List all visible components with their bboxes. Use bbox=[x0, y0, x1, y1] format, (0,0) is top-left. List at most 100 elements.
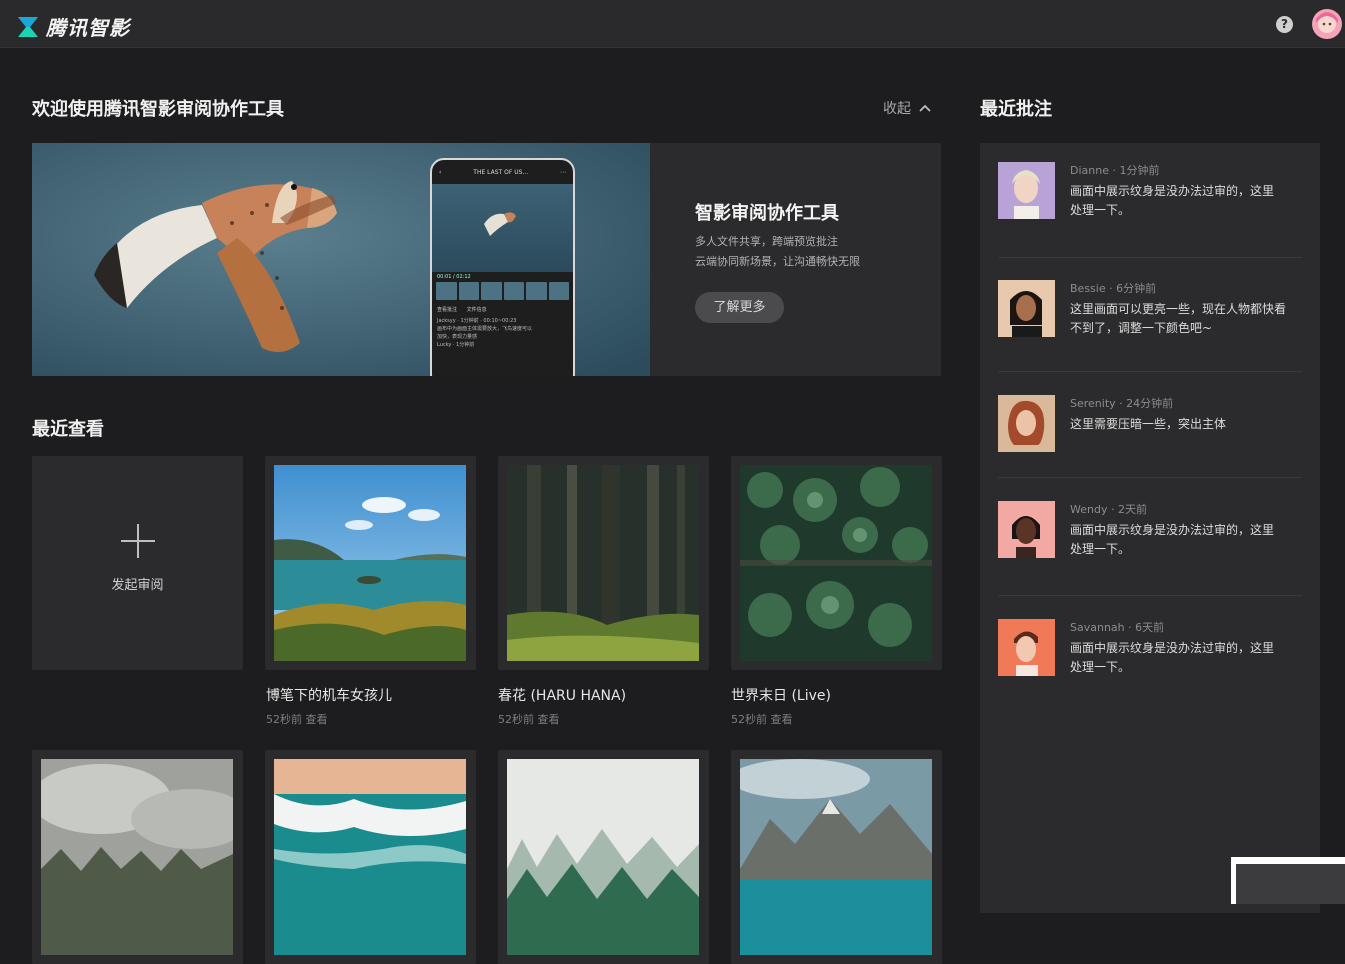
comment-line: 处理一下。 bbox=[1070, 203, 1131, 217]
phone-mockup: ‹ THE LAST OF US... ⋯ 00:01 / 02:12 查看批注… bbox=[430, 158, 575, 376]
divider bbox=[998, 595, 1302, 596]
comment-line: 画面中展示纹身是没办法过审的，这里 bbox=[1070, 641, 1275, 655]
phone-reply-user: Lucky · 1分钟前 bbox=[437, 342, 475, 348]
comment-line: 画面中展示纹身是没办法过审的，这里 bbox=[1070, 523, 1275, 537]
more-icon: ⋯ bbox=[560, 168, 566, 176]
divider bbox=[998, 477, 1302, 478]
comment-time: 2天前 bbox=[1117, 503, 1147, 516]
comment-text: 这里画面可以更亮一些，现在人物都快看 不到了，调整一下颜色吧~ bbox=[1070, 300, 1302, 338]
recent-card-1-meta: 52秒前 查看 bbox=[266, 713, 328, 726]
comment-user: Wendy bbox=[1070, 503, 1108, 516]
recent-card-3-title[interactable]: 世界末日 (Live) bbox=[731, 685, 831, 705]
recent-comments-panel: Dianne · 1分钟前 画面中展示纹身是没办法过审的，这里 处理一下。 Bes… bbox=[980, 143, 1320, 913]
recent-card-2-meta: 52秒前 查看 bbox=[498, 713, 560, 726]
comment-user: Savannah bbox=[1070, 621, 1125, 634]
forest-thumbnail bbox=[507, 465, 699, 661]
logo-text: 腾讯智影 bbox=[46, 16, 130, 40]
phone-comment: Jacksyy · 1分钟前 · 00:10~00:23 画布中为画面主体需要放… bbox=[432, 315, 573, 351]
banner-desc-line2: 云端协同新场景，让沟通畅快无限 bbox=[695, 255, 860, 268]
comment-text: 这里需要压暗一些，突出主体 bbox=[1070, 415, 1302, 434]
welcome-banner: ‹ THE LAST OF US... ⋯ 00:01 / 02:12 查看批注… bbox=[32, 143, 941, 376]
new-review-card[interactable]: 发起审阅 bbox=[32, 456, 243, 670]
phone-tabs: 查看批注 文件信息 bbox=[432, 300, 573, 315]
recent-card-2[interactable] bbox=[498, 456, 709, 670]
comment-line: 处理一下。 bbox=[1070, 542, 1131, 556]
comment-line: 处理一下。 bbox=[1070, 660, 1131, 674]
lake-thumbnail bbox=[274, 465, 466, 661]
commenter-avatar bbox=[998, 619, 1055, 676]
recent-comments-title: 最近批注 bbox=[980, 99, 1052, 120]
collapse-button[interactable]: 收起 bbox=[883, 98, 931, 118]
recent-card-6[interactable] bbox=[498, 750, 709, 964]
recent-card-7[interactable] bbox=[731, 750, 942, 964]
beach-thumbnail bbox=[274, 759, 466, 955]
floating-widget[interactable] bbox=[1231, 857, 1345, 904]
new-review-label: 发起审阅 bbox=[111, 577, 164, 593]
comment-text: 画面中展示纹身是没办法过审的，这里 处理一下。 bbox=[1070, 521, 1302, 559]
comment-user: Serenity bbox=[1070, 397, 1116, 410]
phone-header: ‹ THE LAST OF US... ⋯ bbox=[432, 160, 573, 184]
banner-description: 多人文件共享，跨端预览批注 云端协同新场景，让沟通畅快无限 bbox=[695, 232, 860, 272]
aerial-forest-thumbnail bbox=[740, 465, 932, 661]
phone-timeline bbox=[432, 282, 573, 300]
comment-meta: Dianne · 1分钟前 bbox=[1070, 164, 1160, 177]
recent-card-3-meta: 52秒前 查看 bbox=[731, 713, 793, 726]
banner-desc-line1: 多人文件共享，跨端预览批注 bbox=[695, 235, 838, 248]
welcome-title: 欢迎使用腾讯智影审阅协作工具 bbox=[32, 99, 284, 120]
comment-time: 1分钟前 bbox=[1119, 164, 1160, 177]
comment-line: 这里需要压暗一些，突出主体 bbox=[1070, 417, 1227, 431]
comment-time: 6天前 bbox=[1135, 621, 1165, 634]
comment-time: 24分钟前 bbox=[1126, 397, 1174, 410]
comment-line: 画面中展示纹身是没办法过审的，这里 bbox=[1070, 184, 1275, 198]
user-avatar[interactable] bbox=[1312, 9, 1342, 39]
phone-comment-user: Jacksyy · 1分钟前 · 00:10~00:23 bbox=[437, 318, 517, 324]
comment-text: 画面中展示纹身是没办法过审的，这里 处理一下。 bbox=[1070, 182, 1302, 220]
phone-video-preview bbox=[432, 184, 573, 272]
foggy-forest-thumbnail bbox=[41, 759, 233, 955]
help-icon[interactable]: ? bbox=[1276, 16, 1293, 33]
learn-more-button[interactable]: 了解更多 bbox=[695, 292, 784, 323]
plus-icon bbox=[120, 523, 155, 558]
phone-title: THE LAST OF US... bbox=[473, 168, 529, 176]
comment-meta: Savannah · 6天前 bbox=[1070, 621, 1165, 634]
commenter-avatar bbox=[998, 395, 1055, 452]
divider bbox=[998, 371, 1302, 372]
recent-card-1-title[interactable]: 博笔下的机车女孩儿 bbox=[266, 685, 392, 705]
top-bar: 腾讯智影 ? bbox=[0, 0, 1345, 48]
phone-timecode: 00:01 / 02:12 bbox=[437, 274, 471, 280]
phone-tab-fileinfo: 文件信息 bbox=[466, 307, 487, 313]
user-avatar-image bbox=[1312, 9, 1342, 39]
misty-trees-thumbnail bbox=[507, 759, 699, 955]
recent-card-4[interactable] bbox=[32, 750, 243, 964]
comment-line: 这里画面可以更亮一些，现在人物都快看 bbox=[1070, 302, 1287, 316]
recent-card-3[interactable] bbox=[731, 456, 942, 670]
comment-user: Dianne bbox=[1070, 164, 1109, 177]
floating-widget-body bbox=[1236, 864, 1345, 904]
recent-card-2-title[interactable]: 春花 (HARU HANA) bbox=[498, 685, 626, 705]
comment-user: Bessie bbox=[1070, 282, 1106, 295]
mountain-lake-thumbnail bbox=[740, 759, 932, 955]
back-icon: ‹ bbox=[439, 168, 442, 176]
comment-meta: Serenity · 24分钟前 bbox=[1070, 397, 1174, 410]
banner-title: 智影审阅协作工具 bbox=[695, 203, 839, 224]
chevron-up-icon bbox=[919, 104, 931, 112]
divider bbox=[998, 257, 1302, 258]
commenter-avatar bbox=[998, 280, 1055, 337]
phone-falcon-image bbox=[484, 212, 516, 236]
commenter-avatar bbox=[998, 501, 1055, 558]
phone-tab-comments: 查看批注 bbox=[437, 307, 458, 313]
comment-meta: Bessie · 6分钟前 bbox=[1070, 282, 1157, 295]
phone-comment-text-2: 加快，表现力量感 bbox=[437, 334, 478, 340]
commenter-avatar bbox=[998, 162, 1055, 219]
comment-meta: Wendy · 2天前 bbox=[1070, 503, 1147, 516]
logo[interactable]: 腾讯智影 bbox=[16, 12, 130, 41]
zhiying-logo-icon bbox=[18, 16, 38, 37]
phone-comment-text-1: 画布中为画面主体需要放大，飞鸟速度可以 bbox=[437, 326, 533, 332]
collapse-label: 收起 bbox=[883, 101, 911, 117]
comment-line: 不到了，调整一下颜色吧~ bbox=[1070, 321, 1213, 335]
recent-card-5[interactable] bbox=[265, 750, 476, 964]
recent-title: 最近查看 bbox=[32, 419, 104, 440]
comment-text: 画面中展示纹身是没办法过审的，这里 处理一下。 bbox=[1070, 639, 1302, 677]
recent-card-1[interactable] bbox=[265, 456, 476, 670]
comment-time: 6分钟前 bbox=[1116, 282, 1157, 295]
